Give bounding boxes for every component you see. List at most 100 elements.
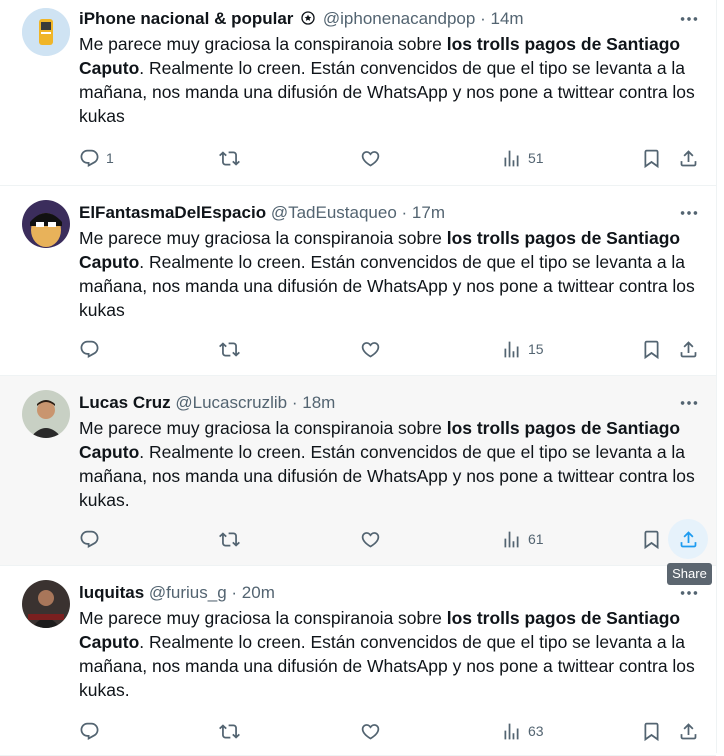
more-icon[interactable] [676,8,702,30]
text-bold: Caputo [79,58,140,78]
tweet-text: Me parece muy graciosa la conspiranoia s… [79,32,709,128]
retweet-icon [219,339,240,360]
timestamp[interactable]: 17m [412,203,445,222]
share-button[interactable] [678,519,699,559]
retweet-button[interactable] [219,519,240,559]
reply-icon [79,339,100,360]
author-name[interactable]: ElFantasmaDelEspacio [79,203,266,222]
views-count: 51 [528,150,544,166]
avatar-image [22,8,70,56]
views-count: 61 [528,531,544,547]
reply-button[interactable] [79,329,100,369]
author-handle[interactable]: @iphonenacandpop [323,9,475,28]
reply-button[interactable]: 1 [79,138,114,178]
avatar[interactable] [22,200,70,248]
tweet-header: Lucas Cruz @Lucascruzlib · 18m [79,392,335,414]
views-button[interactable]: 51 [501,138,544,178]
author-name[interactable]: iPhone nacional & popular [79,9,293,28]
views-button[interactable]: 63 [501,711,544,751]
bookmark-icon [641,529,662,550]
author-handle[interactable]: @TadEustaqueo [271,203,397,222]
views-button[interactable]: 61 [501,519,544,559]
retweet-icon [219,148,240,169]
text-bold: los trolls pagos de Santiago [446,228,681,248]
tweet-card[interactable]: ElFantasmaDelEspacio @TadEustaqueo · 17m… [0,186,716,376]
tweet-text: Me parece muy graciosa la conspiranoia s… [79,606,709,702]
timestamp[interactable]: 14m [490,9,523,28]
text-part: Me parece muy graciosa la conspiranoia s… [79,228,447,248]
tweet-actions: 1 51 [0,138,716,178]
reply-button[interactable] [79,519,100,559]
text-part: . Realmente lo creen. Están convencidos … [79,632,695,700]
like-button[interactable] [360,138,381,178]
views-count: 63 [528,723,544,739]
separator: · [401,203,408,222]
retweet-button[interactable] [219,329,240,369]
text-part: . Realmente lo creen. Están convencidos … [79,252,695,320]
author-handle[interactable]: @furius_g [149,583,227,602]
text-part: . Realmente lo creen. Están convencidos … [79,58,695,126]
like-button[interactable] [360,519,381,559]
tweet-header: iPhone nacional & popular @iphonenacandp… [79,8,524,30]
bookmark-icon [641,339,662,360]
reply-icon [79,148,100,169]
avatar-image [22,390,70,438]
tweet-text: Me parece muy graciosa la conspiranoia s… [79,226,709,322]
author-name[interactable]: luquitas [79,583,144,602]
author-name[interactable]: Lucas Cruz [79,393,171,412]
bookmark-button[interactable] [641,138,662,178]
retweet-button[interactable] [219,138,240,178]
views-count: 15 [528,341,544,357]
tweet-actions: 63 [0,711,716,751]
text-bold: los trolls pagos de Santiago [446,418,681,438]
share-button[interactable] [678,711,699,751]
text-bold: Caputo [79,442,140,462]
tweet-card[interactable]: iPhone nacional & popular @iphonenacandp… [0,0,716,186]
like-icon [360,148,381,169]
share-button[interactable] [678,138,699,178]
tweet-text: Me parece muy graciosa la conspiranoia s… [79,416,709,512]
tweet-card[interactable]: luquitas @furius_g · 20m Me parece muy g… [0,566,716,756]
author-handle[interactable]: @Lucascruzlib [175,393,287,412]
views-icon [501,339,522,360]
bookmark-button[interactable] [641,519,662,559]
share-tooltip: Share [667,563,712,585]
share-button[interactable] [678,329,699,369]
more-icon[interactable] [676,202,702,224]
views-button[interactable]: 15 [501,329,544,369]
like-icon [360,721,381,742]
text-part: . Realmente lo creen. Están convencidos … [79,442,695,510]
views-icon [501,529,522,550]
text-bold: los trolls pagos de Santiago [446,34,681,54]
tweet-actions: 61 [0,519,716,559]
avatar[interactable] [22,8,70,56]
retweet-icon [219,529,240,550]
reply-icon [79,721,100,742]
like-button[interactable] [360,711,381,751]
more-icon[interactable] [676,582,702,604]
share-icon [678,339,699,360]
tweet-header: ElFantasmaDelEspacio @TadEustaqueo · 17m [79,202,445,224]
bookmark-button[interactable] [641,329,662,369]
timestamp[interactable]: 20m [242,583,275,602]
separator: · [291,393,298,412]
like-button[interactable] [360,329,381,369]
timeline-feed: iPhone nacional & popular @iphonenacandp… [0,0,717,756]
bookmark-icon [641,721,662,742]
tweet-header: luquitas @furius_g · 20m [79,582,275,604]
avatar[interactable] [22,390,70,438]
like-icon [360,529,381,550]
text-part: Me parece muy graciosa la conspiranoia s… [79,34,447,54]
retweet-button[interactable] [219,711,240,751]
timestamp[interactable]: 18m [302,393,335,412]
retweet-icon [219,721,240,742]
bookmark-button[interactable] [641,711,662,751]
avatar-image [22,200,70,248]
share-icon [678,721,699,742]
more-icon[interactable] [676,392,702,414]
text-bold: Caputo [79,252,140,272]
avatar[interactable] [22,580,70,628]
tweet-card[interactable]: Lucas Cruz @Lucascruzlib · 18m Me parece… [0,376,716,566]
reply-button[interactable] [79,711,100,751]
share-icon [678,148,699,169]
